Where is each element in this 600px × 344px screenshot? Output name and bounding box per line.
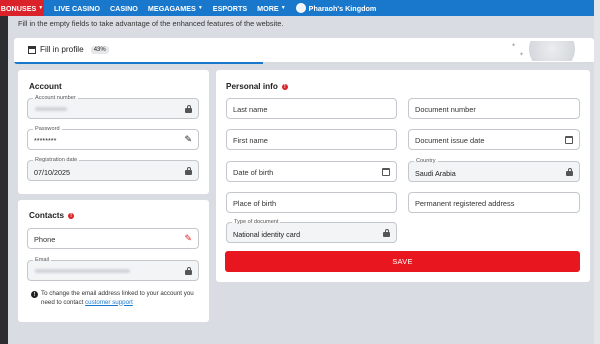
document-number-field[interactable]: Document number: [408, 98, 580, 119]
lock-icon: [185, 105, 192, 113]
chevron-down-icon: ▼: [38, 5, 44, 11]
password-value: ********: [34, 136, 57, 145]
date-of-birth-field[interactable]: Date of birth: [226, 161, 397, 182]
nav-casino-label: CASINO: [109, 3, 138, 13]
registration-date-field: Registration date 07/10/2025: [27, 157, 199, 181]
save-button-label: SAVE: [392, 257, 413, 266]
country-value: Saudi Arabia: [415, 169, 456, 178]
last-name-placeholder: Last name: [233, 105, 268, 114]
account-card: Account Account number Password ********…: [18, 70, 209, 194]
top-navigation: BONUSES ▼ LIVE CASINO CASINO MEGAGAMES ▼ …: [0, 0, 600, 16]
edit-pencil-icon[interactable]: ✎: [184, 234, 192, 243]
nav-megagames[interactable]: MEGAGAMES ▼: [148, 4, 203, 13]
phone-placeholder: Phone: [34, 235, 56, 244]
profile-title-label: Fill in profile: [40, 45, 84, 54]
nav-esports-label: ESPORTS: [212, 3, 248, 13]
lock-icon: [185, 267, 192, 275]
nav-bonuses-label: BONUSES: [0, 3, 37, 13]
nav-more[interactable]: MORE ▼: [257, 4, 286, 13]
document-type-field: Type of document National identity card: [226, 219, 397, 243]
registration-date-label: Registration date: [33, 157, 80, 163]
calendar-icon[interactable]: [382, 168, 390, 176]
customer-support-link[interactable]: customer support: [85, 299, 133, 306]
account-number-value-blurred: [35, 107, 67, 111]
nav-more-label: MORE: [257, 3, 279, 13]
nav-live-casino[interactable]: LIVE CASINO: [54, 4, 100, 13]
place-of-birth-field[interactable]: Place of birth: [226, 192, 397, 213]
lock-icon: [383, 229, 390, 237]
progress-fill: [14, 62, 264, 64]
nav-pharaohs-kingdom-label: Pharaoh's Kingdom: [308, 3, 377, 13]
document-issue-date-placeholder: Document issue date: [415, 136, 485, 145]
lock-icon: [185, 167, 192, 175]
date-of-birth-placeholder: Date of birth: [233, 168, 274, 177]
pharaoh-icon: [295, 3, 306, 13]
info-icon: !: [31, 291, 38, 298]
profile-hint-text: Fill in the empty fields to take advanta…: [18, 19, 284, 28]
registration-date-value: 07/10/2025: [34, 168, 70, 177]
email-value-blurred: [35, 269, 130, 273]
nav-esports[interactable]: ESPORTS: [213, 4, 247, 13]
nav-live-casino-label: LIVE CASINO: [54, 3, 100, 13]
account-title: Account: [29, 82, 62, 91]
password-field[interactable]: Password ******** ✎: [27, 126, 199, 150]
chevron-down-icon: ▼: [197, 5, 203, 11]
document-type-label: Type of document: [232, 219, 281, 225]
nav-bonuses[interactable]: BONUSES ▼: [0, 0, 44, 16]
email-label: Email: [33, 257, 51, 263]
sparkle-icon: ✦: [518, 52, 524, 58]
profile-title: Fill in profile 43%: [28, 45, 109, 54]
country-label: Country: [414, 158, 438, 164]
save-button[interactable]: SAVE: [225, 251, 580, 272]
nav-megagames-label: MEGAGAMES: [147, 3, 196, 13]
document-number-placeholder: Document number: [415, 105, 476, 114]
account-number-label: Account number: [33, 95, 78, 101]
account-number-field: Account number: [27, 95, 199, 119]
percent-badge: 43%: [90, 45, 109, 54]
personal-info-title-label: Personal info: [226, 82, 278, 91]
profile-progress-card: Fill in profile 43% ✦ ✦: [14, 38, 594, 64]
lock-icon: [566, 168, 573, 176]
last-name-field[interactable]: Last name: [226, 98, 397, 119]
chevron-down-icon: ▼: [280, 5, 286, 11]
decoration-image: [528, 41, 588, 61]
phone-field[interactable]: Phone ✎: [27, 228, 199, 249]
email-field: Email: [27, 257, 199, 281]
country-field: Country Saudi Arabia: [408, 158, 580, 182]
nav-pharaohs-kingdom[interactable]: Pharaoh's Kingdom: [295, 3, 377, 13]
first-name-field[interactable]: First name: [226, 129, 397, 150]
sparkle-icon: ✦: [510, 43, 516, 49]
profile-card-icon: [28, 45, 36, 54]
personal-info-title: Personal info !: [226, 82, 288, 91]
document-issue-date-field[interactable]: Document issue date: [408, 129, 580, 150]
permanent-address-field[interactable]: Permanent registered address: [408, 192, 580, 213]
progress-track: [14, 62, 594, 64]
nav-casino[interactable]: CASINO: [110, 4, 138, 13]
info-icon: !: [68, 212, 75, 219]
password-label: Password: [33, 126, 62, 132]
account-title-label: Account: [29, 82, 62, 91]
calendar-icon[interactable]: [565, 136, 573, 144]
document-type-value: National identity card: [233, 230, 301, 239]
contacts-title-label: Contacts: [29, 211, 65, 220]
right-edge-strip: [594, 0, 600, 344]
place-of-birth-placeholder: Place of birth: [233, 199, 277, 208]
edit-pencil-icon[interactable]: ✎: [184, 135, 192, 144]
info-icon: !: [281, 83, 288, 90]
left-edge-strip: [0, 0, 8, 344]
email-change-note: To change the email address linked to yo…: [41, 290, 201, 307]
contacts-title: Contacts !: [29, 211, 75, 220]
permanent-address-placeholder: Permanent registered address: [415, 199, 515, 208]
first-name-placeholder: First name: [233, 136, 268, 145]
